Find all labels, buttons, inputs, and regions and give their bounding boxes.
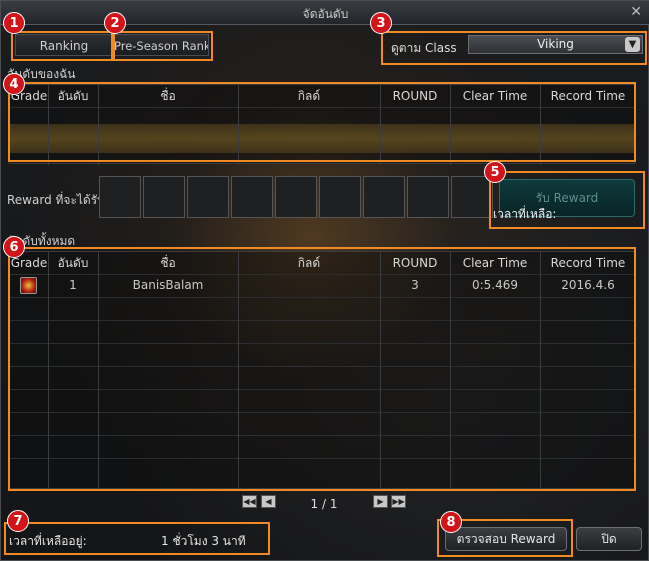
last-page-icon[interactable]: ▶▶ [391,495,406,508]
reward-slot[interactable] [451,176,493,218]
reward-slot[interactable] [143,176,185,218]
next-page-icon[interactable]: ▶ [373,495,388,508]
col-clear-time: Clear Time [462,89,528,103]
divider [10,343,636,344]
all-ranking-table: Grade อันดับ ชื่อ กิลด์ ROUND Clear Time… [9,251,636,490]
divider [10,366,636,367]
clear-time-value: 0:5.469 [471,278,519,292]
col-record-time: Record Time [550,89,626,103]
check-reward-button[interactable]: ตรวจสอบ Reward [445,527,567,551]
ranking-window: จัดอันดับ ✕ Ranking Pre-Season Ranking ด… [0,0,649,561]
class-filter-label: ดูตาม Class [391,41,457,55]
col-round: ROUND [392,256,438,270]
divider [450,85,451,165]
reward-slot[interactable] [231,176,273,218]
annotation-badge-2: 2 [104,12,126,34]
divider [10,297,636,298]
annotation-badge-3: 3 [370,12,392,34]
table-row[interactable]: 1 BanisBalam 3 0:5.469 2016.4.6 [10,274,636,297]
divider [10,435,636,436]
remaining-time-value: 1 ชั่วโมง 3 นาที [161,534,246,548]
col-clear-time: Clear Time [462,256,528,270]
col-rank: อันดับ [57,89,89,103]
col-guild: กิลด์ [297,89,321,103]
prev-page-icon[interactable]: ◀ [261,495,276,508]
divider [10,412,636,413]
window-title: จัดอันดับ [302,7,349,21]
divider [10,389,636,390]
reward-slot[interactable] [99,176,141,218]
first-page-icon[interactable]: ◀◀ [242,495,257,508]
annotation-badge-1: 1 [3,12,25,34]
col-guild: กิลด์ [297,256,321,270]
annotation-badge-4: 4 [3,73,25,95]
reward-label: Reward ที่จะได้รับ [7,193,105,207]
grade-icon [20,277,37,294]
divider [98,85,99,165]
round-value: 3 [411,278,419,292]
annotation-badge-6: 6 [3,236,25,258]
player-name: BanisBalam [132,278,204,292]
divider [540,85,541,165]
col-round: ROUND [392,89,438,103]
title-bar: จัดอันดับ ✕ [1,1,649,25]
annotation-badge-7: 7 [7,510,29,532]
my-ranking-table: Grade อันดับ ชื่อ กิลด์ ROUND Clear Time… [9,84,636,165]
class-dropdown[interactable]: Viking ▼ [468,35,643,54]
col-record-time: Record Time [550,256,626,270]
divider [10,458,636,459]
col-name: ชื่อ [160,256,176,270]
rank-value: 1 [69,278,77,292]
col-rank: อันดับ [57,256,89,270]
annotation-badge-5: 5 [484,161,506,183]
close-icon[interactable]: ✕ [630,4,642,20]
record-time-value: 2016.4.6 [561,278,615,292]
reward-slot[interactable] [275,176,317,218]
reward-slot[interactable] [319,176,361,218]
divider [10,107,636,108]
divider [380,85,381,165]
class-dropdown-value: Viking [537,37,574,51]
page-indicator: 1 / 1 [310,497,338,511]
annotation-badge-8: 8 [440,511,462,533]
tab-pre-season-ranking[interactable]: Pre-Season Ranking [113,34,209,56]
reward-slot[interactable] [187,176,229,218]
col-name: ชื่อ [160,89,176,103]
close-button[interactable]: ปิด [576,527,642,551]
reward-slot[interactable] [407,176,449,218]
reward-time-left-label: เวลาที่เหลือ: [493,207,557,221]
divider [48,85,49,165]
remaining-time-label: เวลาที่เหลืออยู่: [9,534,87,548]
divider [10,320,636,321]
divider [238,85,239,165]
chevron-down-icon[interactable]: ▼ [625,37,640,52]
tab-ranking[interactable]: Ranking [15,34,113,56]
reward-slot[interactable] [363,176,405,218]
